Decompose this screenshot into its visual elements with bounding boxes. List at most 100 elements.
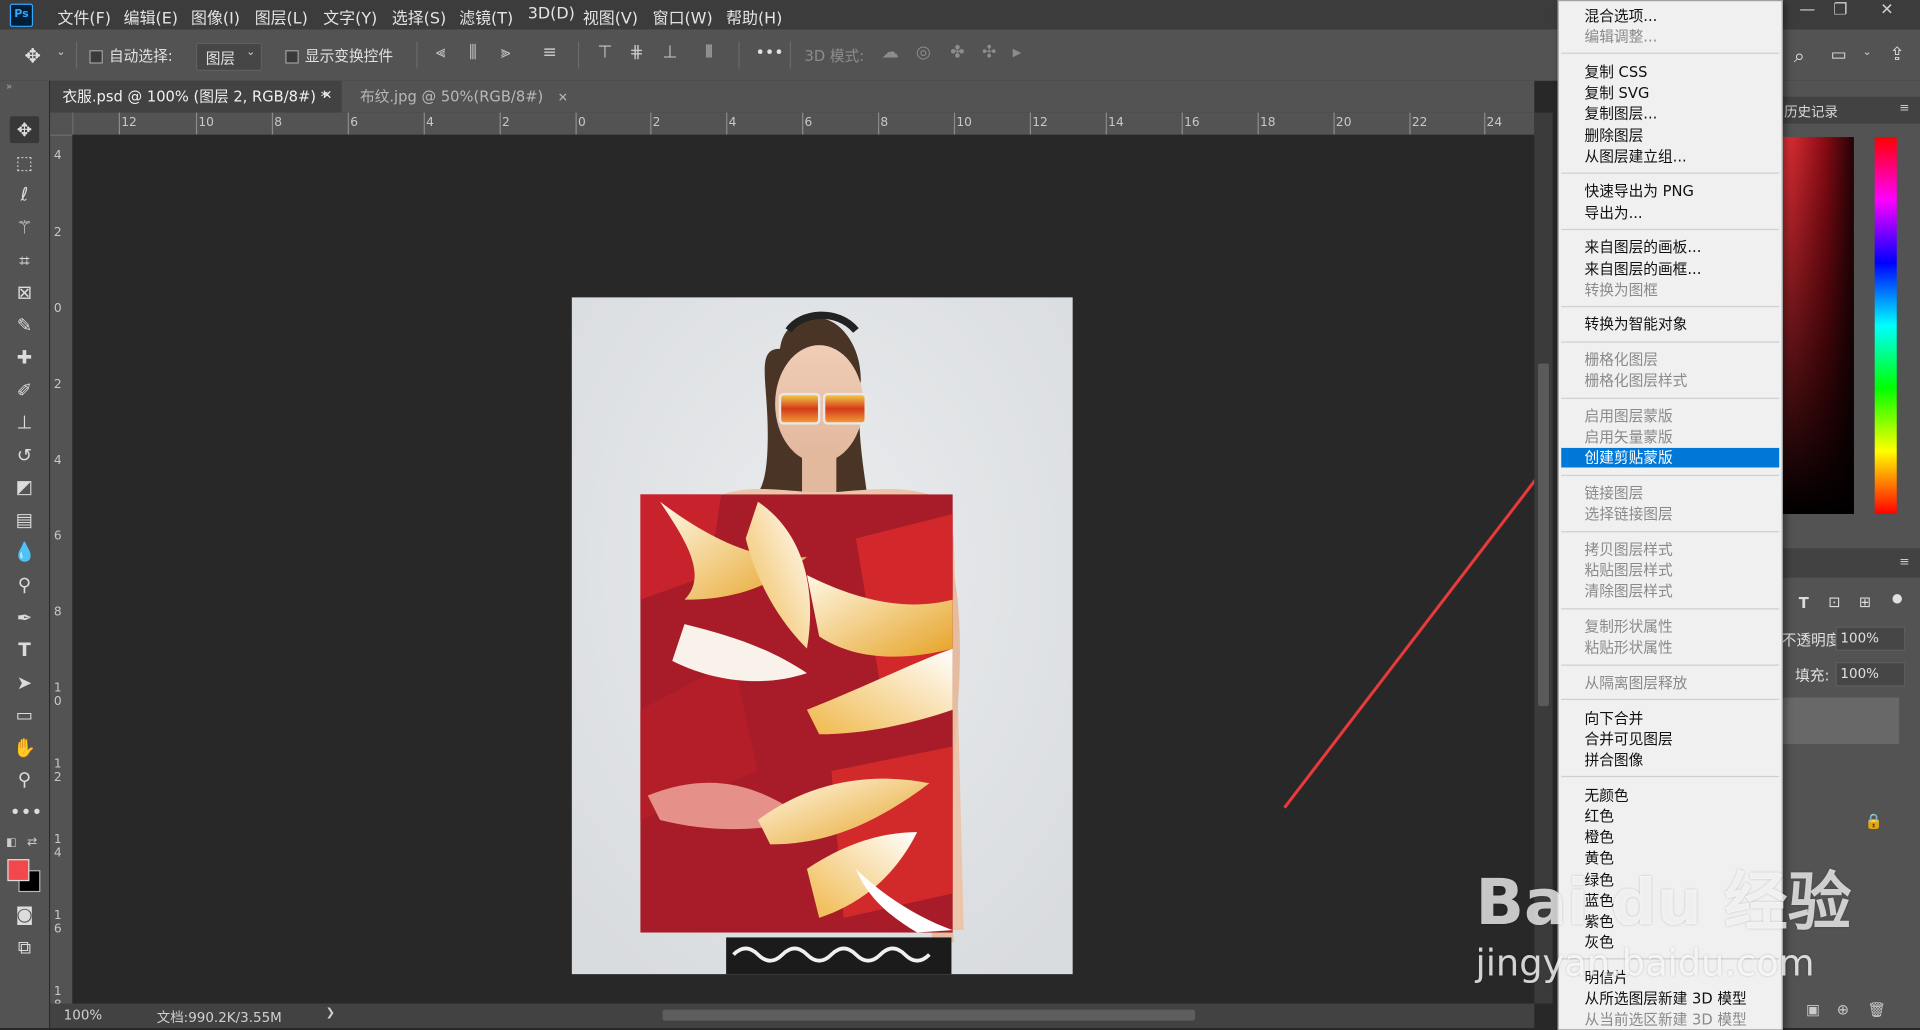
distribute-horizontal-icon[interactable]: ⦀ [705,43,713,63]
panel-menu-icon[interactable]: ≡ [1899,556,1909,569]
context-menu-item[interactable]: 转换为智能对象 [1585,314,1688,335]
context-menu-item[interactable]: 向下合并 [1585,707,1644,728]
panel-menu-icon[interactable]: ≡ [1899,102,1909,115]
history-brush-tool-icon[interactable]: ↺ [10,442,39,469]
align-vcenter-icon[interactable]: ⋕ [629,43,643,63]
color-picker-field[interactable] [1781,137,1854,514]
screen-mode-icon[interactable]: ⧉ [10,934,39,961]
context-menu-item[interactable]: 复制 SVG [1585,82,1650,103]
move-tool-icon[interactable]: ✥ [24,44,40,67]
scroll-thumb[interactable] [1537,363,1549,707]
stamp-tool-icon[interactable]: ⊥ [10,409,39,436]
lasso-tool-icon[interactable]: ℓ [10,181,39,208]
chevron-down-icon[interactable]: ⌄ [56,47,65,59]
fill-input[interactable]: 100% [1835,662,1906,687]
eyedropper-tool-icon[interactable]: ✎ [10,312,39,339]
3d-scale-icon[interactable]: ▸ [1013,43,1022,63]
zoom-level[interactable]: 100% [64,1007,103,1023]
blur-tool-icon[interactable]: 💧 [10,538,39,565]
3d-roll-icon[interactable]: ◎ [916,43,931,63]
restore-button[interactable]: ❐ [1820,0,1862,22]
context-menu-item[interactable]: 无颜色 [1585,784,1629,805]
context-menu-item[interactable]: 橙色 [1585,826,1614,847]
3d-slide-icon[interactable]: ✣ [982,43,996,63]
search-icon[interactable]: ⌕ [1794,44,1805,68]
move-tool-icon[interactable]: ✥ [9,116,40,144]
context-menu-item[interactable]: 创建剪贴蒙版 [1585,447,1673,468]
menu-view[interactable]: 视图(V) [583,5,638,28]
rectangle-tool-icon[interactable]: ▭ [10,701,39,728]
share-icon[interactable]: ⇪ [1889,43,1904,65]
quick-mask-icon[interactable]: ◙ [10,901,39,928]
context-menu-item[interactable]: 复制 CSS [1585,61,1648,82]
auto-select-dropdown[interactable]: 图层 ⌄ [195,42,263,71]
close-window-button[interactable]: ✕ [1866,0,1908,22]
pen-tool-icon[interactable]: ✒ [10,605,39,632]
foreground-color-swatch[interactable] [7,859,30,882]
menu-select[interactable]: 选择(S) [392,5,446,28]
layer-row-selected[interactable] [1781,697,1900,745]
context-menu-item[interactable]: 导出为... [1585,201,1643,222]
close-icon[interactable]: ✕ [322,81,332,113]
zoom-tool-icon[interactable]: ⚲ [10,766,39,793]
menu-layer[interactable]: 图层(L) [255,5,308,28]
default-colors-icon[interactable]: ◧ [6,837,16,849]
menu-file[interactable]: 文件(F) [58,5,111,28]
align-right-icon[interactable]: ⫸ [501,43,511,63]
context-menu-item[interactable]: 复制图层... [1585,103,1658,124]
3d-orbit-icon[interactable]: ☁ [882,43,899,63]
menu-window[interactable]: 窗口(W) [653,5,713,28]
canvas-area[interactable] [72,134,1535,1004]
tab-clothes-psd[interactable]: 衣服.psd @ 100% (图层 2, RGB/8#) * ✕ [50,80,342,113]
more-options-button[interactable]: ••• [756,44,784,62]
path-selection-tool-icon[interactable]: ➤ [10,669,39,696]
workspace-icon[interactable]: ▭ [1831,45,1847,65]
shape-filter-icon[interactable]: ⊡ [1828,594,1840,611]
menu-help[interactable]: 帮助(H) [726,5,782,28]
tab-fabric-jpg[interactable]: 布纹.jpg @ 50%(RGB/8#) ✕ [348,81,581,113]
healing-brush-tool-icon[interactable]: ✚ [10,344,39,371]
context-menu-item[interactable]: 合并可见图层 [1585,728,1673,749]
new-group-icon[interactable]: ▣ [1806,1001,1820,1018]
context-menu-item[interactable]: 删除图层 [1585,124,1644,145]
auto-select-checkbox[interactable] [89,50,103,64]
menu-3d[interactable]: 3D(D) [528,5,575,23]
horizontal-scrollbar[interactable] [662,1009,1196,1021]
align-hcenter-icon[interactable]: ⫼ [469,43,477,63]
new-layer-icon[interactable]: ⊕ [1837,1001,1849,1018]
chevron-down-icon[interactable]: ⌄ [1862,47,1871,59]
dodge-tool-icon[interactable]: ⚲ [10,572,39,599]
magic-wand-tool-icon[interactable]: ⚚ [10,214,39,241]
context-menu-item[interactable]: 来自图层的画板... [1585,237,1702,258]
context-menu-item[interactable]: 混合选项... [1585,5,1658,26]
context-menu-item[interactable]: 拼合图像 [1585,749,1644,770]
smart-object-filter-icon[interactable]: ⊞ [1859,594,1871,611]
crop-tool-icon[interactable]: ⌗ [10,247,39,274]
context-menu-item[interactable]: 快速导出为 PNG [1585,180,1694,201]
align-left-icon[interactable]: ⫷ [436,43,446,63]
menu-type[interactable]: 文字(Y) [323,5,377,28]
status-menu-arrow[interactable]: ❯ [326,1007,335,1019]
collapse-icon[interactable]: » [6,81,12,92]
3d-pan-icon[interactable]: ✤ [950,43,964,63]
gradient-tool-icon[interactable]: ▤ [10,507,39,534]
context-menu-item[interactable]: 来自图层的画框... [1585,258,1702,279]
distribute-vertical-icon[interactable]: ≡ [542,43,556,63]
brush-tool-icon[interactable]: ✐ [10,377,39,404]
context-menu-item[interactable]: 从图层建立组... [1585,145,1687,166]
hand-tool-icon[interactable]: ✋ [10,734,39,761]
marquee-tool-icon[interactable]: ⬚ [10,149,39,176]
filter-toggle-icon[interactable]: ● [1892,592,1903,605]
frame-tool-icon[interactable]: ⊠ [10,279,39,306]
more-tools-icon[interactable]: ••• [10,799,43,826]
hue-slider[interactable] [1874,137,1897,514]
menu-filter[interactable]: 滤镜(T) [459,5,513,28]
menu-image[interactable]: 图像(I) [191,5,240,28]
menu-edit[interactable]: 编辑(E) [124,5,178,28]
align-bottom-icon[interactable]: ⊥ [662,43,677,63]
delete-layer-icon[interactable]: 🗑 [1867,1001,1886,1018]
context-menu-item[interactable]: 从所选图层新建 3D 模型 [1585,988,1747,1009]
align-top-icon[interactable]: ⊤ [598,43,613,63]
swap-colors-icon[interactable]: ⇄ [27,836,37,849]
type-filter-icon[interactable]: T [1799,595,1809,612]
